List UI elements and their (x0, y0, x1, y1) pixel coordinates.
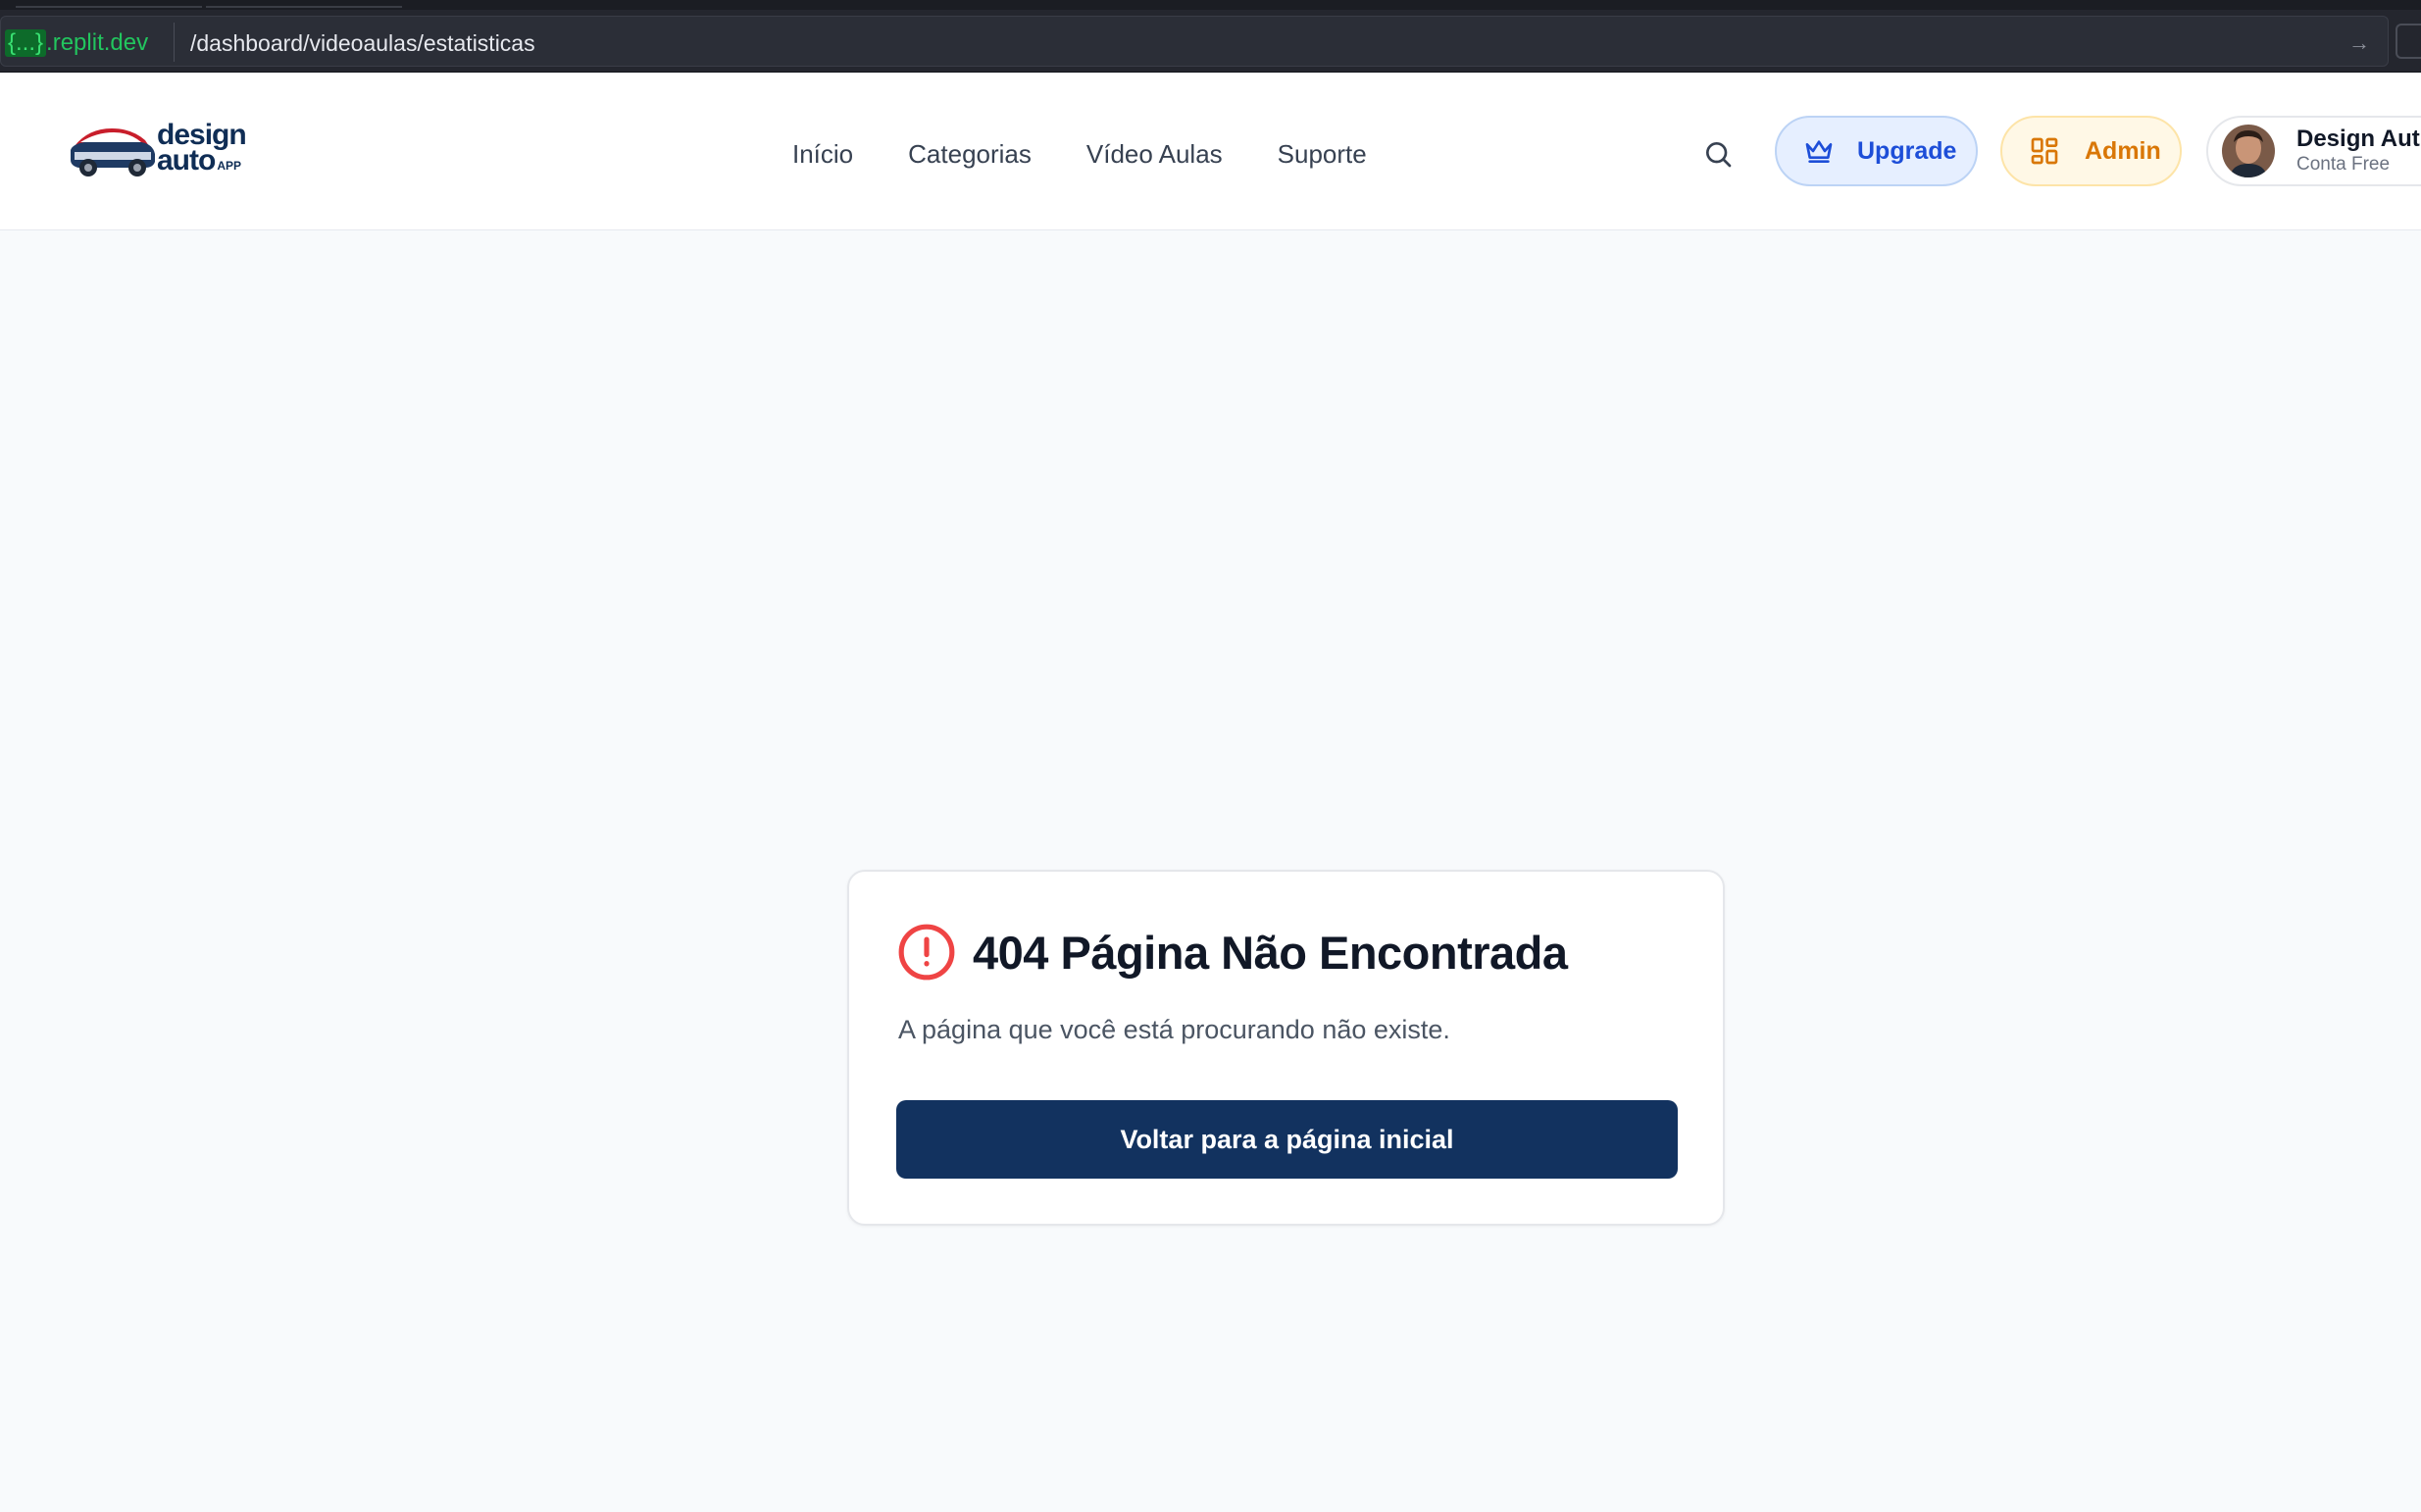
extension-icon[interactable] (2396, 24, 2421, 59)
nav-item-video-aulas[interactable]: Vídeo Aulas (1086, 139, 1223, 170)
user-plan: Conta Free (2296, 154, 2391, 175)
logo-wordmark: design auto APP (157, 121, 247, 178)
avatar (2222, 125, 2275, 177)
card-title-row: 404 Página Não Encontrada (896, 921, 1568, 983)
arrow-right-icon[interactable]: → (2345, 28, 2374, 58)
dashboard-grid-icon (2028, 134, 2061, 168)
main-nav: Início Categorias Vídeo Aulas Suporte (792, 134, 1367, 174)
browser-tab[interactable] (16, 0, 202, 8)
browser-address-bar: {...} .replit.dev /dashboard/videoaulas/… (0, 10, 2421, 73)
alert-circle-icon (896, 922, 957, 983)
url-divider (174, 23, 175, 62)
domain-text: .replit.dev (46, 29, 149, 56)
error-description: A página que você está procurando não ex… (898, 1015, 1450, 1044)
site-header: design auto APP Início Categorias Vídeo A… (0, 74, 2421, 230)
admin-label: Admin (2085, 136, 2161, 165)
url-field[interactable]: {...} .replit.dev /dashboard/videoaulas/… (0, 16, 2389, 67)
crown-icon (1802, 134, 1836, 168)
site-logo[interactable]: design auto APP (67, 117, 253, 187)
admin-button[interactable]: Admin (2000, 116, 2182, 186)
user-name: Design Aut (2296, 126, 2420, 152)
search-icon[interactable] (1698, 134, 1738, 174)
nav-item-inicio[interactable]: Início (792, 139, 853, 170)
nav-item-suporte[interactable]: Suporte (1278, 139, 1367, 170)
nav-item-categorias[interactable]: Categorias (908, 139, 1032, 170)
domain-badge: {...} (5, 29, 47, 57)
upgrade-label: Upgrade (1857, 136, 1957, 165)
car-logo-icon (71, 128, 155, 176)
browser-tab[interactable] (206, 0, 402, 8)
url-path[interactable]: /dashboard/videoaulas/estatisticas (190, 28, 535, 58)
logo-line-app: APP (217, 159, 242, 173)
back-home-button[interactable]: Voltar para a página inicial (896, 1100, 1678, 1179)
not-found-card: 404 Página Não Encontrada A página que v… (847, 870, 1725, 1226)
page-title: 404 Página Não Encontrada (973, 926, 1568, 979)
upgrade-button[interactable]: Upgrade (1775, 116, 1978, 186)
user-menu-button[interactable]: Design Aut Conta Free (2206, 116, 2421, 186)
logo-line-auto: auto (157, 144, 216, 176)
browser-tab-strip (0, 0, 2421, 10)
url-domain: {...} .replit.dev (5, 28, 148, 58)
user-meta: Design Aut Conta Free (2296, 126, 2420, 176)
